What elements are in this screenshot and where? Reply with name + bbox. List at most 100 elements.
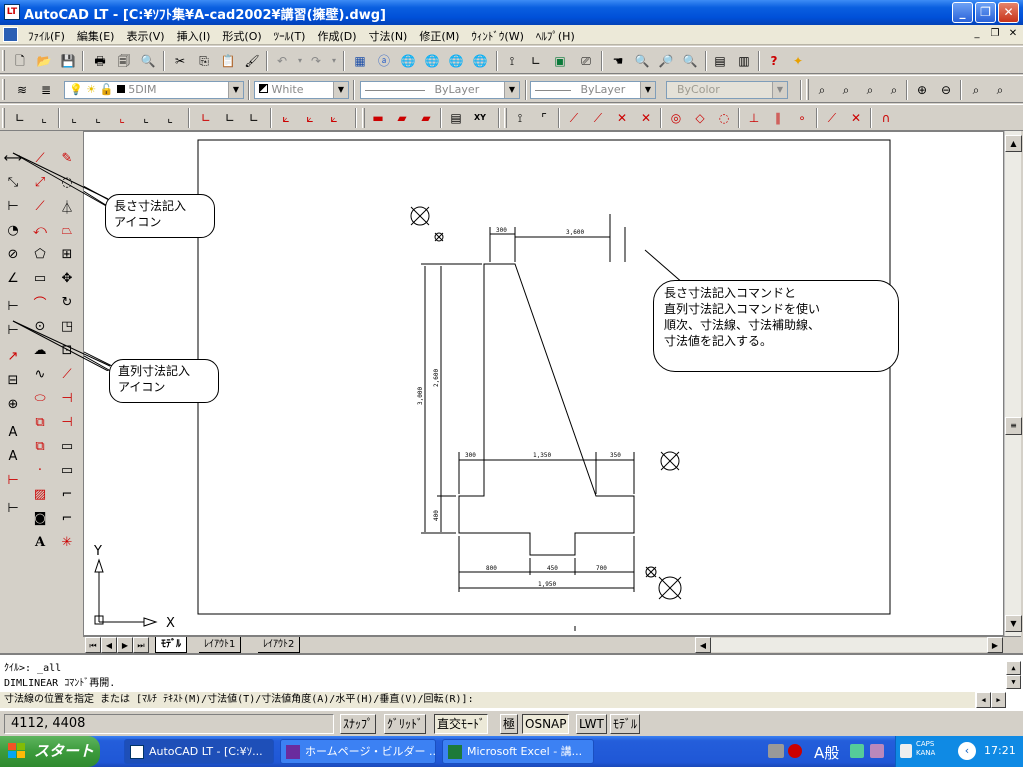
named-views-icon[interactable]: ▣ [550,51,570,71]
chevron-down-icon[interactable]: ▼ [640,82,655,98]
trim-icon[interactable]: ⊣ [56,387,78,409]
dim-update-icon[interactable]: ⊢ [2,469,24,491]
text-icon[interactable]: ▤ [446,108,466,128]
mtext-icon[interactable]: A [29,531,51,553]
tab-layout1[interactable]: ﾚｲｱｳﾄ1 [199,637,242,653]
menu-edit[interactable]: 編集(E) [71,27,121,45]
snap-from-icon[interactable]: ⟟ [502,51,522,71]
explode-icon[interactable]: ✳ [56,531,78,553]
web-icon[interactable]: 🌐 [398,51,418,71]
design-center-icon[interactable]: ▦ [350,51,370,71]
tab-model[interactable]: ﾓﾃﾞﾙ [155,637,187,653]
drawing-canvas[interactable]: 300 3,600 3,000 2,600 400 300 1,350 350 … [83,131,1004,636]
open-icon[interactable]: 📂 [34,51,54,71]
paste-icon[interactable]: 📋 [218,51,238,71]
osnap-settings-icon[interactable]: ∩ [876,108,896,128]
osnap-midpoint-icon[interactable]: ⟋ [588,108,608,128]
ucs-rot-x-icon[interactable]: ⟀ [276,108,296,128]
tab-next-icon[interactable]: ▶ [117,637,133,653]
preview-icon[interactable]: 🗐 [114,51,134,71]
fillet-icon[interactable]: ⌐ [56,507,78,529]
snap-toggle[interactable]: ｽﾅｯﾌﾟ [340,714,377,734]
hscroll-right-icon[interactable]: ▶ [987,637,1003,653]
point-icon[interactable]: · [29,459,51,481]
osnap-quadrant-icon[interactable]: ◇ [690,108,710,128]
zoom-scale-icon[interactable]: ⌕ [860,80,880,100]
start-button[interactable]: スタート [0,736,100,767]
command-prompt[interactable]: 寸法線の位置を指定 または [ﾏﾙﾁ ﾃｷｽﾄ(M)/寸法値(T)/寸法値角度(… [0,692,975,708]
doc-close-button[interactable]: ✕ [1005,27,1021,42]
tab-first-icon[interactable]: ⏮ [85,637,101,653]
cmd-scroll-up-icon[interactable]: ▲ [1006,661,1021,675]
redo-icon[interactable]: ↷ [306,51,326,71]
break-icon[interactable]: ▭ [56,435,78,457]
ucs-face-icon[interactable]: ⌞ [88,108,108,128]
menu-window[interactable]: ｳｨﾝﾄﾞｳ(W) [465,27,529,45]
undo-icon[interactable]: ↶ [272,51,292,71]
osnap-intersection-icon[interactable]: ✕ [612,108,632,128]
match-properties-icon[interactable]: 🖌 [242,51,262,71]
ortho-toggle[interactable]: 直交ﾓｰﾄﾞ [434,714,489,734]
snap-from-icon[interactable]: ⌜ [534,108,554,128]
temp-track-icon[interactable]: ⟟ [510,108,530,128]
task-excel[interactable]: Microsoft Excel - 講... [442,739,594,764]
restore-button[interactable]: ❐ [975,2,996,23]
menu-tools[interactable]: ﾂｰﾙ(T) [268,27,312,45]
clock[interactable]: 17:21 [984,744,1016,757]
hscroll-left-icon[interactable]: ◀ [695,637,711,653]
extend-icon[interactable]: ⊣ [56,411,78,433]
zoom-dynamic-icon[interactable]: ⌕ [836,80,856,100]
zoom-window-icon[interactable]: ⌕ [812,80,832,100]
lineweight-select[interactable]: ByLayer ▼ [530,81,656,99]
close-button[interactable]: ✕ [998,2,1019,23]
help-icon[interactable]: ? [764,51,784,71]
redo-dropdown-icon[interactable]: ▾ [324,51,344,71]
redraw-icon[interactable]: ⎚ [576,51,596,71]
zoom-window-icon[interactable]: 🔎 [656,51,676,71]
adcenter-icon[interactable]: ▥ [734,51,754,71]
task-autocad[interactable]: AutoCAD LT - [C:¥ｿ... [124,739,274,764]
zoom-out-icon[interactable]: ⊖ [936,80,956,100]
ucs-apply-icon[interactable]: ⌞ [160,108,180,128]
ucs-view-icon[interactable]: ⌞ [112,108,132,128]
properties-icon[interactable]: ▤ [710,51,730,71]
menu-view[interactable]: 表示(V) [120,27,170,45]
pan-icon[interactable]: ☚ [608,51,628,71]
osnap-apparent-icon[interactable]: ✕ [636,108,656,128]
polar-toggle[interactable]: 極 [500,714,519,734]
new-icon[interactable]: 🗋 [10,51,30,71]
model-toggle[interactable]: ﾓﾃﾞﾙ [610,714,641,734]
minimize-button[interactable]: _ [952,2,973,23]
doc-minimize-button[interactable]: _ [969,27,985,42]
red-ball-icon[interactable] [788,744,802,758]
ime-tool-icon[interactable] [850,744,864,758]
dim-text-edit-icon[interactable]: A [2,445,24,467]
zoom-previous-icon[interactable]: 🔍 [680,51,700,71]
text-style-icon[interactable]: XY [470,108,490,128]
menu-dimension[interactable]: 寸法(N) [363,27,414,45]
hyperlink-icon[interactable]: ⓐ [374,51,394,71]
find-icon[interactable]: 🔍 [138,51,158,71]
chamfer-icon[interactable]: ⌐ [56,483,78,505]
dim-edit-icon[interactable]: A [2,421,24,443]
make-block-icon[interactable]: ⧉ [29,435,51,457]
ucs-icon[interactable]: ∟ [526,51,546,71]
print-icon[interactable]: 🖶 [90,51,110,71]
ucs-world-icon[interactable]: ∟ [10,108,30,128]
zoom-extents-icon[interactable]: ⌕ [990,80,1010,100]
menu-format[interactable]: 形式(O) [216,27,267,45]
scroll-thumb[interactable]: ≡ [1005,417,1022,435]
menu-help[interactable]: ﾍﾙﾌﾟ(H) [530,27,581,45]
osnap-center-icon[interactable]: ◎ [666,108,686,128]
osnap-parallel-icon[interactable]: ∥ [768,108,788,128]
web-open-icon[interactable]: 🌐 [422,51,442,71]
ucs-rot-z-icon[interactable]: ⟀ [324,108,344,128]
ucs-object-icon[interactable]: ⌞ [64,108,84,128]
make-current-icon[interactable]: ≣ [36,80,56,100]
cmd-scroll-right-icon[interactable]: ▶ [991,692,1006,708]
hatch-icon[interactable]: ▨ [29,483,51,505]
ucs-x-icon[interactable]: ∟ [196,108,216,128]
menu-draw[interactable]: 作成(D) [311,27,362,45]
layer-select[interactable]: 💡 ☀ 🔓 5DIM ▼ [64,81,244,99]
linetype-select[interactable]: ByLayer ▼ [360,81,520,99]
